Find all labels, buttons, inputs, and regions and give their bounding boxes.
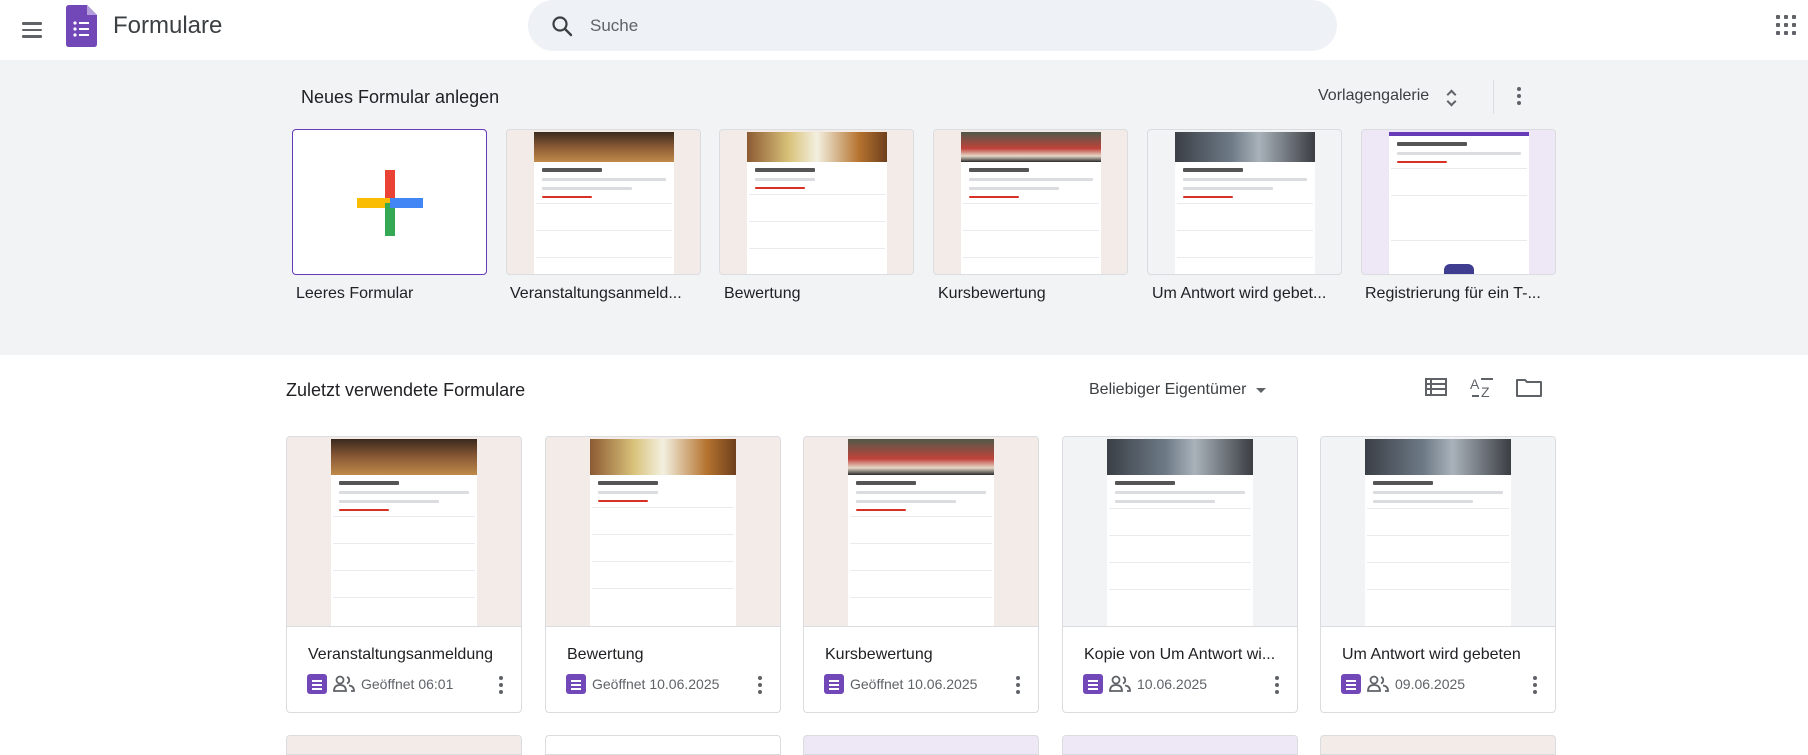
recent-form-card[interactable]: Kursbewertung Geöffnet 10.06.2025 <box>803 436 1039 713</box>
sort-az-icon[interactable]: A Z <box>1467 372 1497 402</box>
list-view-icon[interactable] <box>1421 372 1451 402</box>
dropdown-arrow-icon <box>1256 387 1267 393</box>
svg-text:A: A <box>1470 376 1480 392</box>
recent-form-card[interactable]: Veranstaltungsanmeldung Geöffnet 06:01 <box>286 436 522 713</box>
card-opened-text: 10.06.2025 <box>1137 676 1208 692</box>
card-thumbnail <box>1063 437 1297 627</box>
forms-mini-icon <box>1083 674 1103 694</box>
card-meta: 10.06.2025 <box>1083 672 1207 696</box>
template-event-registration[interactable] <box>506 129 701 275</box>
card-more-options-icon[interactable] <box>1523 673 1547 697</box>
card-opened-text: Geöffnet 10.06.2025 <box>850 676 978 692</box>
shared-people-icon <box>333 675 355 692</box>
card-more-options-icon[interactable] <box>1006 673 1030 697</box>
card-more-options-icon[interactable] <box>748 673 772 697</box>
shared-people-icon <box>1109 675 1131 692</box>
card-title: Kopie von Um Antwort wi... <box>1084 646 1276 663</box>
recent-form-card-partial[interactable] <box>1062 735 1298 755</box>
search-icon[interactable] <box>550 14 574 38</box>
top-bar: Formulare <box>0 0 1808 60</box>
forms-mini-icon <box>566 674 586 694</box>
app-title[interactable]: Formulare <box>113 12 222 40</box>
search-bar[interactable] <box>528 0 1337 51</box>
recent-form-card-partial[interactable] <box>286 735 522 755</box>
thumbnail <box>533 132 674 274</box>
template-label: Registrierung für ein T-... <box>1365 285 1541 302</box>
template-label: Um Antwort wird gebet... <box>1152 285 1327 302</box>
card-more-options-icon[interactable] <box>489 673 513 697</box>
card-opened-text: Geöffnet 10.06.2025 <box>592 676 720 692</box>
forms-mini-icon <box>307 674 327 694</box>
card-meta: Geöffnet 10.06.2025 <box>824 672 977 696</box>
card-title: Bewertung <box>567 646 644 663</box>
card-thumbnail <box>546 437 780 627</box>
svg-text:Z: Z <box>1481 384 1490 400</box>
folder-icon[interactable] <box>1514 372 1544 402</box>
template-label: Bewertung <box>724 285 801 302</box>
card-opened-text: Geöffnet 06:01 <box>361 676 454 692</box>
card-thumbnail <box>1321 437 1555 627</box>
card-more-options-icon[interactable] <box>1265 673 1289 697</box>
template-blank-form[interactable] <box>292 129 487 275</box>
card-meta: 09.06.2025 <box>1341 672 1465 696</box>
forms-mini-icon <box>1341 674 1361 694</box>
card-opened-text: 09.06.2025 <box>1395 676 1466 692</box>
template-gallery-label: Vorlagengalerie <box>1318 87 1430 104</box>
card-meta: Geöffnet 10.06.2025 <box>566 672 719 696</box>
recent-form-card[interactable]: Um Antwort wird gebeten 09.06.2025 <box>1320 436 1556 713</box>
recent-form-card[interactable]: Bewertung Geöffnet 10.06.2025 <box>545 436 781 713</box>
card-thumbnail <box>287 437 521 627</box>
thumbnail <box>746 132 887 274</box>
template-more-options-icon[interactable] <box>1507 84 1531 108</box>
new-form-heading: Neues Formular anlegen <box>301 87 500 107</box>
divider <box>1493 80 1494 114</box>
template-rsvp[interactable] <box>1147 129 1342 275</box>
card-meta: Geöffnet 06:01 <box>307 672 453 696</box>
template-tshirt-signup[interactable] <box>1361 129 1556 275</box>
template-gallery-button[interactable]: Vorlagengalerie <box>1318 80 1463 112</box>
card-title: Kursbewertung <box>825 646 933 663</box>
recent-form-card[interactable]: Kopie von Um Antwort wi... 10.06.2025 <box>1062 436 1298 713</box>
template-label: Veranstaltungsanmeld... <box>510 285 682 302</box>
card-title: Um Antwort wird gebeten <box>1342 646 1521 663</box>
template-feedback[interactable] <box>719 129 914 275</box>
forms-mini-icon <box>824 674 844 694</box>
forms-logo-icon[interactable] <box>66 5 97 47</box>
template-course-evaluation[interactable] <box>933 129 1128 275</box>
recent-form-card-partial[interactable] <box>1320 735 1556 755</box>
recent-form-card-partial[interactable] <box>545 735 781 755</box>
recent-form-card-partial[interactable] <box>803 735 1039 755</box>
google-apps-icon[interactable] <box>1773 12 1799 38</box>
card-thumbnail <box>804 437 1038 627</box>
template-label: Leeres Formular <box>296 285 414 302</box>
thumbnail <box>1174 132 1315 274</box>
owner-filter-label: Beliebiger Eigentümer <box>1089 381 1247 398</box>
shared-people-icon <box>1367 675 1389 692</box>
recent-forms-heading: Zuletzt verwendete Formulare <box>286 380 526 400</box>
thumbnail <box>960 132 1101 274</box>
main-menu-icon[interactable] <box>12 10 52 50</box>
unfold-icon <box>1439 84 1463 108</box>
search-input[interactable] <box>590 8 1290 44</box>
plus-icon <box>357 170 423 236</box>
thumbnail <box>1388 132 1529 274</box>
owner-filter-dropdown[interactable]: Beliebiger Eigentümer <box>1089 375 1267 405</box>
card-title: Veranstaltungsanmeldung <box>308 646 494 663</box>
template-label: Kursbewertung <box>938 285 1046 302</box>
